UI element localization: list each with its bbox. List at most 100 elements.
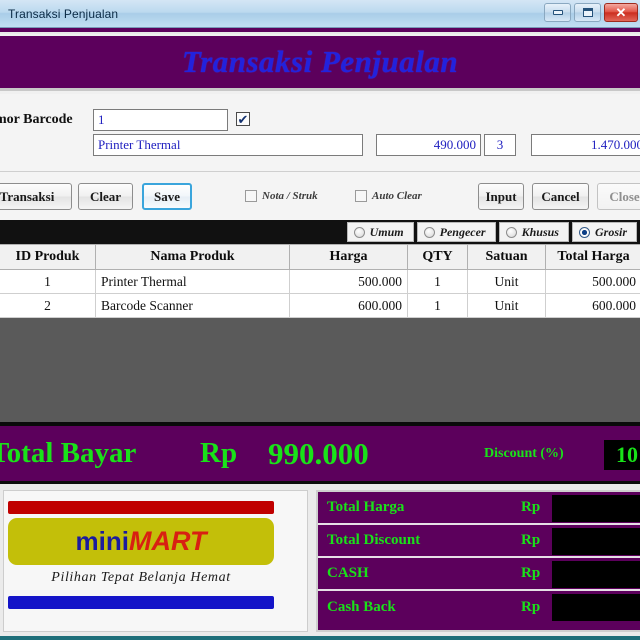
price-mode-umum[interactable]: Umum xyxy=(346,222,414,242)
total-bayar-value: 990.000 xyxy=(268,435,369,471)
price-mode-label: Pengecer xyxy=(439,224,486,239)
store-logo-card: mini MART Pilihan Tepat Belanja Hemat xyxy=(3,490,308,632)
price-mode-label: Grosir xyxy=(594,224,627,239)
summary-label: Total Harga xyxy=(327,499,405,515)
summary-panel: Total Harga Rp 1.100.000 Total Discount Rp 11… xyxy=(316,490,640,632)
column-header-qty: QTY xyxy=(407,244,468,270)
quantity-input[interactable]: 3 xyxy=(484,134,516,156)
radio-icon xyxy=(505,226,517,238)
logo-tagline: Pilihan Tepat Belanja Hemat xyxy=(51,570,231,585)
cancel-button[interactable]: Cancel xyxy=(532,183,589,210)
table-row[interactable]: 1 Printer Thermal 500.000 1 Unit 500.000 xyxy=(0,269,640,294)
minimize-icon xyxy=(552,10,563,15)
logo-red-bar xyxy=(8,501,274,514)
barcode-label: omor Barcode xyxy=(0,112,73,127)
page-title: Transaksi Penjualan xyxy=(181,44,459,79)
table-row[interactable]: 2 Barcode Scanner 600.000 1 Unit 600.000 xyxy=(0,293,640,318)
window-controls: ✕ xyxy=(544,3,638,22)
column-header-nama: Nama Produk xyxy=(95,244,290,270)
checkbox-icon xyxy=(245,190,257,202)
discount-label: Discount (%) xyxy=(484,445,564,461)
checkbox-icon xyxy=(355,190,367,202)
banner-top-strip xyxy=(0,28,640,34)
barcode-input[interactable]: 1 xyxy=(93,109,228,131)
summary-row: Cash Back Rp 10.000 xyxy=(318,591,640,624)
logo-text-mart: MART xyxy=(128,526,207,556)
logo-text-mini: mini xyxy=(75,526,129,556)
nota-struk-checkbox[interactable]: Nota / Struk xyxy=(245,190,318,202)
save-button[interactable]: Save xyxy=(142,183,192,210)
barcode-checkbox[interactable]: ✔ xyxy=(236,112,250,126)
total-bayar-currency: Rp xyxy=(200,437,238,469)
column-header-id: ID Produk xyxy=(0,244,96,270)
maximize-icon xyxy=(582,8,593,17)
product-name-input[interactable]: Printer Thermal xyxy=(93,134,363,156)
summary-value: 1.000.000 xyxy=(552,561,640,588)
summary-currency: Rp xyxy=(521,565,541,581)
cell-id: 1 xyxy=(0,269,96,294)
total-bayar-bar: Total Bayar Rp 990.000 Discount (%) 10 xyxy=(0,422,640,484)
minimize-button[interactable] xyxy=(544,3,571,22)
summary-row: Total Harga Rp 1.100.000 xyxy=(318,492,640,525)
summary-row: Total Discount Rp 110.000 xyxy=(318,525,640,558)
cell-nama: Printer Thermal xyxy=(95,269,290,294)
cell-nama: Barcode Scanner xyxy=(95,293,290,318)
cell-harga: 600.000 xyxy=(289,293,408,318)
line-total-input[interactable]: 1.470.000 xyxy=(531,134,640,156)
summary-currency: Rp xyxy=(521,499,541,515)
input-button[interactable]: Input xyxy=(478,183,524,210)
price-mode-label: Khusus xyxy=(521,224,559,239)
close-icon: ✕ xyxy=(615,5,627,20)
window-titlebar: Transaksi Penjualan ✕ xyxy=(0,0,640,28)
summary-value: 110.000 xyxy=(552,528,640,555)
cell-total: 500.000 xyxy=(545,269,640,294)
discount-input[interactable]: 10 xyxy=(604,440,640,470)
radio-icon xyxy=(578,226,590,238)
summary-label: Cash Back xyxy=(327,599,396,615)
product-table: ID Produk Nama Produk Harga QTY Satuan T… xyxy=(0,244,640,318)
table-body: 1 Printer Thermal 500.000 1 Unit 500.000 2 Barc… xyxy=(0,269,640,318)
cell-total: 600.000 xyxy=(545,293,640,318)
price-mode-grosir[interactable]: Grosir xyxy=(571,222,637,242)
nota-struk-label: Nota / Struk xyxy=(262,190,318,202)
logo-plate: mini MART xyxy=(8,518,274,565)
application-window: Transaksi Penjualan ✕ Transaksi Penjuala… xyxy=(0,0,640,640)
summary-value: 1.100.000 xyxy=(552,495,640,522)
price-mode-khusus[interactable]: Khusus xyxy=(498,222,569,242)
bottom-panel: mini MART Pilihan Tepat Belanja Hemat Tot… xyxy=(0,484,640,640)
cell-id: 2 xyxy=(0,293,96,318)
window-title: Transaksi Penjualan xyxy=(8,6,119,21)
clear-button[interactable]: Clear xyxy=(78,183,133,210)
cell-harga: 500.000 xyxy=(289,269,408,294)
summary-currency: Rp xyxy=(521,532,541,548)
product-table-container[interactable]: ID Produk Nama Produk Harga QTY Satuan T… xyxy=(0,244,640,422)
summary-currency: Rp xyxy=(521,599,541,615)
radio-icon xyxy=(353,226,365,238)
cell-satuan: Unit xyxy=(467,293,546,318)
transaksi-button[interactable]: Transaksi xyxy=(0,183,72,210)
entry-form xyxy=(0,94,640,172)
price-mode-label: Umum xyxy=(369,224,404,239)
summary-label: CASH xyxy=(327,565,369,581)
page-banner: Transaksi Penjualan xyxy=(0,36,640,91)
cell-qty: 1 xyxy=(407,269,468,294)
radio-icon xyxy=(423,226,435,238)
summary-row: CASH Rp 1.000.000 xyxy=(318,558,640,591)
cell-satuan: Unit xyxy=(467,269,546,294)
auto-clear-checkbox[interactable]: Auto Clear xyxy=(355,190,422,202)
table-header-row: ID Produk Nama Produk Harga QTY Satuan T… xyxy=(0,244,640,270)
column-header-satuan: Satuan xyxy=(467,244,546,270)
total-bayar-label: Total Bayar xyxy=(0,437,137,469)
price-mode-pengecer[interactable]: Pengecer xyxy=(416,222,496,242)
summary-label: Total Discount xyxy=(327,532,421,548)
close-form-button[interactable]: Close xyxy=(597,183,640,210)
column-header-total: Total Harga xyxy=(545,244,640,270)
cell-qty: 1 xyxy=(407,293,468,318)
checkmark-icon: ✔ xyxy=(237,111,249,127)
logo-blue-bar xyxy=(8,596,274,609)
maximize-button[interactable] xyxy=(574,3,601,22)
summary-value: 10.000 xyxy=(552,594,640,621)
price-input[interactable]: 490.000 xyxy=(376,134,481,156)
close-button[interactable]: ✕ xyxy=(604,3,638,22)
price-mode-group: Umum Pengecer Khusus Grosir xyxy=(0,220,640,244)
